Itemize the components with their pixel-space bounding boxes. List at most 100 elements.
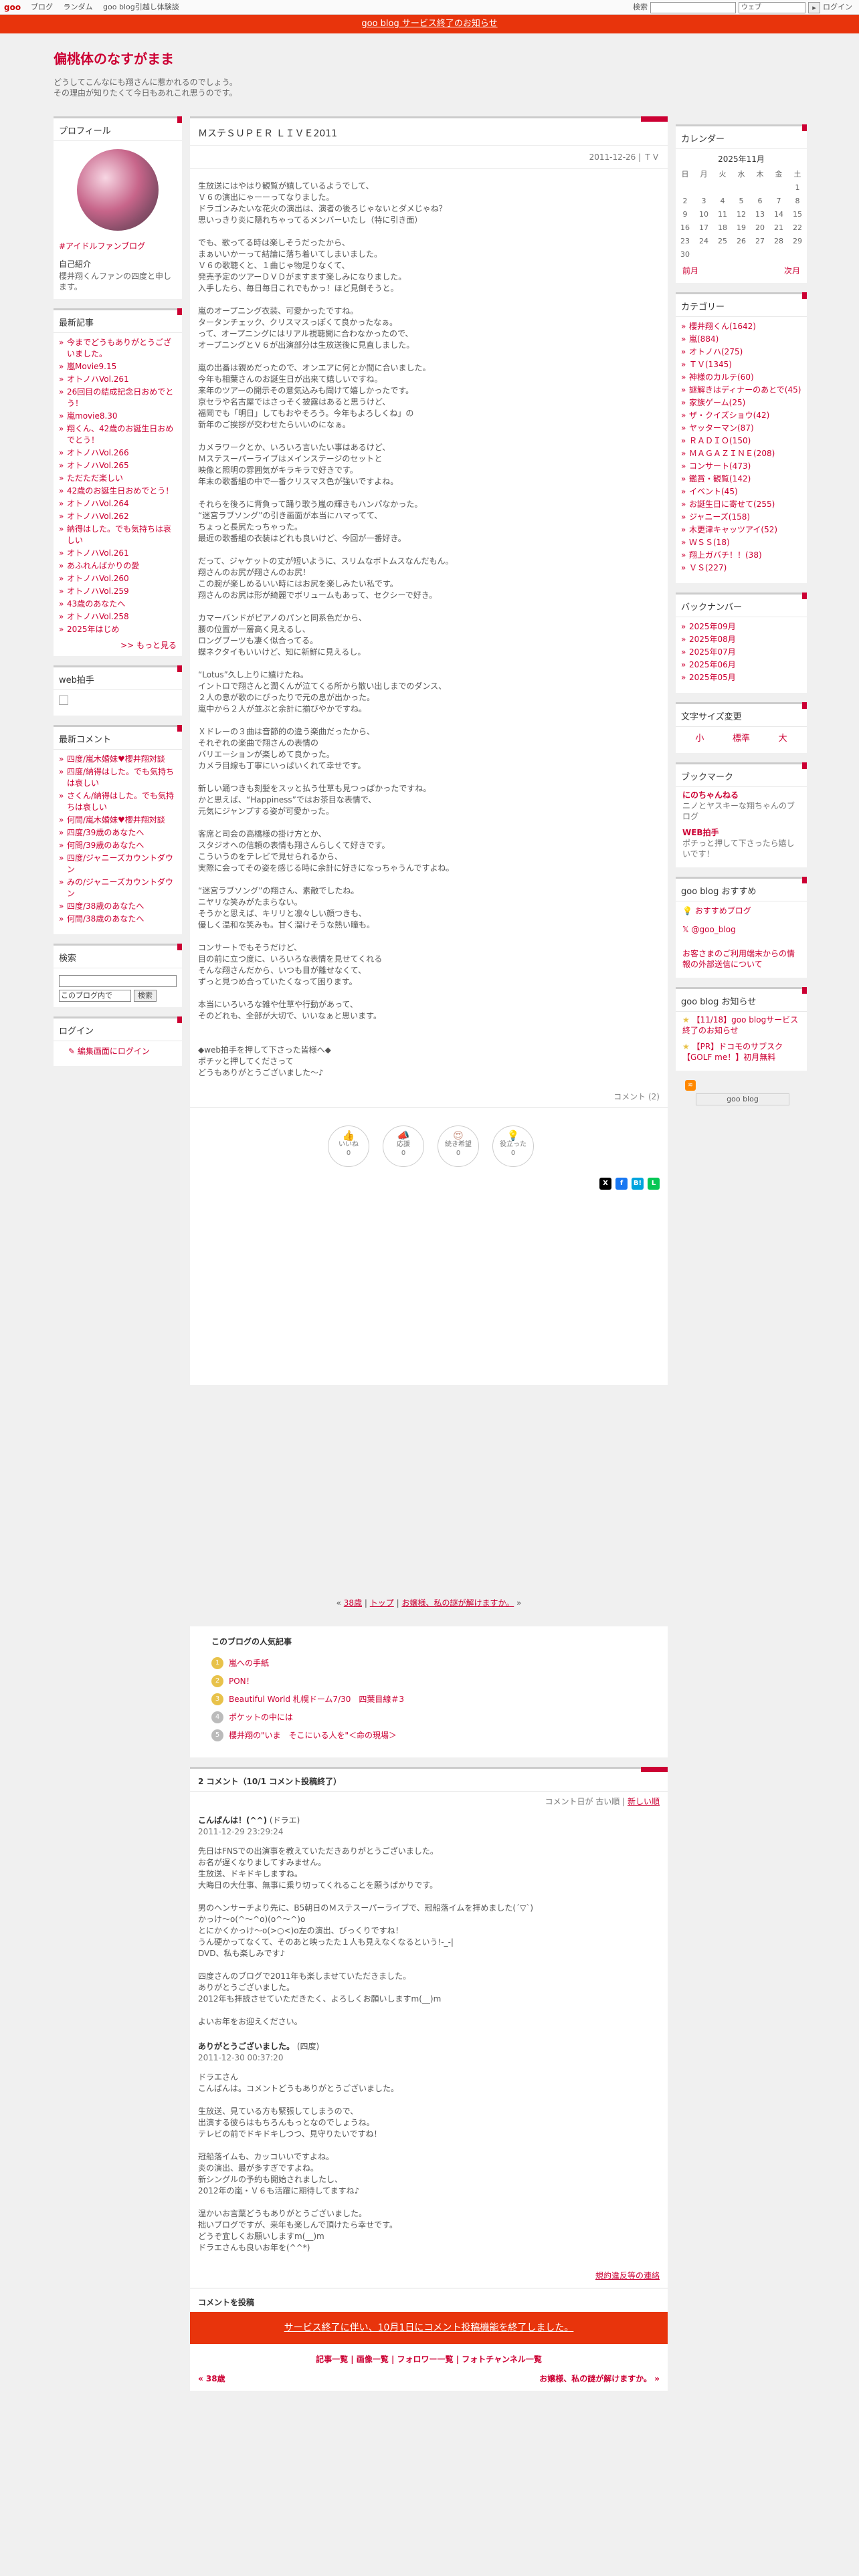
recent-item[interactable]: オトノハVol.262 — [59, 511, 177, 522]
category-item[interactable]: ジャニーズ(158) — [681, 512, 801, 523]
recent-item[interactable]: 43歳のあなたへ — [59, 599, 177, 610]
recent-item[interactable]: 26回目の結成記念日おめでとう！ — [59, 387, 177, 409]
comment-count-link[interactable]: コメント (2) — [190, 1091, 668, 1108]
category-item[interactable]: 謎解きはディナーのあとで(45) — [681, 385, 801, 396]
recent-more-link[interactable]: >> もっと見る — [54, 639, 182, 651]
latest-comment-item[interactable]: 四度/39歳のあなたへ — [59, 827, 177, 839]
reaction-useful[interactable]: 💡 役立った 0 — [492, 1125, 534, 1167]
sort-new[interactable]: 新しい順 — [628, 1797, 660, 1806]
report-link[interactable]: 規約違反等の連絡 — [190, 2263, 668, 2288]
sort-old[interactable]: 古い順 — [595, 1797, 619, 1806]
recommend-blog-link[interactable]: 💡 おすすめブログ — [676, 901, 807, 920]
x-share-icon[interactable]: X — [599, 1178, 611, 1190]
latest-comment-item[interactable]: 何問/嵐木婚妹♥櫻井翔対談 — [59, 815, 177, 826]
category-item[interactable]: 木更津キャッツアイ(52) — [681, 524, 801, 536]
next-entry-link[interactable]: お嬢様、私の謎が解けますか。 — [401, 1598, 514, 1608]
popular-item[interactable]: 1 嵐への手紙 — [211, 1654, 646, 1672]
category-item[interactable]: 嵐(884) — [681, 334, 801, 345]
latest-comment-item[interactable]: みの/ジャニーズカウントダウン — [59, 877, 177, 899]
web-clap-image[interactable] — [59, 695, 68, 705]
recent-item[interactable]: 翔くん、42歳のお誕生日おめでとう！ — [59, 423, 177, 446]
facebook-share-icon[interactable]: f — [615, 1178, 628, 1190]
profile-tag-link[interactable]: #アイドルファンブログ — [54, 240, 182, 251]
latest-comment-item[interactable]: 何問/38歳のあなたへ — [59, 914, 177, 925]
recent-item[interactable]: オトノハVol.264 — [59, 498, 177, 510]
recent-item[interactable]: 2025年はじめ — [59, 624, 177, 635]
login-link[interactable]: ログイン — [823, 0, 852, 15]
backnumber-item[interactable]: 2025年07月 — [681, 647, 801, 658]
category-item[interactable]: 鑑賞・観覧(142) — [681, 473, 801, 485]
category-item[interactable]: 翔上ガバチ！！(38) — [681, 550, 801, 561]
blog-title[interactable]: 偏桃体のなすがまま — [54, 48, 803, 68]
category-item[interactable]: ＶＳ(227) — [681, 562, 801, 574]
recent-item[interactable]: あふれんばかりの愛 — [59, 560, 177, 572]
footer-links[interactable]: 記事一覧 | 画像一覧 | フォロワー一覧 | フォトチャンネル一覧 — [190, 2351, 668, 2370]
edit-login-link[interactable]: ✎ 編集画面にログイン — [54, 1041, 182, 1061]
text-size-large[interactable]: 大 — [779, 731, 787, 744]
recent-item[interactable]: 嵐Movie9.15 — [59, 361, 177, 372]
top-link[interactable]: トップ — [370, 1598, 394, 1608]
prev-month-link[interactable]: 前月 — [682, 265, 698, 276]
link-random[interactable]: ランダム — [64, 3, 93, 11]
twitter-link[interactable]: 𝕏 @goo_blog — [676, 920, 807, 939]
backnumber-item[interactable]: 2025年08月 — [681, 634, 801, 645]
latest-comment-item[interactable]: さくん/納得はした。でも気持ちは哀しい — [59, 790, 177, 813]
latest-comment-item[interactable]: 四度/38歳のあなたへ — [59, 901, 177, 912]
text-size-small[interactable]: 小 — [695, 731, 704, 744]
goo-logo[interactable]: goo — [4, 0, 21, 15]
category-item[interactable]: 櫻井翔くん(1642) — [681, 321, 801, 332]
category-item[interactable]: ＲＡＤＩＯ(150) — [681, 435, 801, 447]
reaction-cheer[interactable]: 📣 応援 0 — [383, 1125, 424, 1167]
category-item[interactable]: イベント(45) — [681, 486, 801, 498]
goo-blog-badge[interactable]: goo blog — [696, 1093, 789, 1105]
recent-item[interactable]: 今までどうもありがとうございました。 — [59, 337, 177, 360]
backnumber-item[interactable]: 2025年06月 — [681, 659, 801, 671]
popular-item[interactable]: 4 ポケットの中には — [211, 1708, 646, 1726]
avatar[interactable] — [77, 149, 159, 231]
header-search-input[interactable] — [650, 1, 736, 13]
category-item[interactable]: ヤッターマン(87) — [681, 423, 801, 434]
line-share-icon[interactable]: L — [648, 1178, 660, 1190]
backnumber-item[interactable]: 2025年05月 — [681, 672, 801, 683]
hatena-share-icon[interactable]: B! — [632, 1178, 644, 1190]
category-item[interactable]: 家族ゲーム(25) — [681, 397, 801, 409]
category-item[interactable]: お誕生日に寄せて(255) — [681, 499, 801, 510]
popular-item[interactable]: 5 櫻井翔の"いま そこにいる人を"＜命の現場＞ — [211, 1726, 646, 1744]
service-end-link[interactable]: goo blog サービス終了のお知らせ — [361, 19, 497, 29]
category-item[interactable]: 神様のカルテ(60) — [681, 372, 801, 383]
category-item[interactable]: オトノハ(275) — [681, 346, 801, 358]
recent-item[interactable]: オトノハVol.260 — [59, 573, 177, 584]
link-migration[interactable]: goo blog引越し体験談 — [103, 3, 179, 11]
latest-comment-item[interactable]: 何問/39歳のあなたへ — [59, 840, 177, 851]
latest-comment-item[interactable]: 四度/納得はした。でも気持ちは哀しい — [59, 766, 177, 789]
news-item[interactable]: ★ 【11/18】goo blogサービス終了のお知らせ — [676, 1012, 807, 1039]
popular-item[interactable]: 2 PON！ — [211, 1672, 646, 1690]
bookmark-link[interactable]: にのちゃんねる — [682, 790, 800, 800]
entry-date[interactable]: 2011-12-26 | ＴＶ — [190, 145, 668, 169]
backnumber-item[interactable]: 2025年09月 — [681, 621, 801, 633]
category-item[interactable]: ザ・クイズショウ(42) — [681, 410, 801, 421]
category-item[interactable]: コンサート(473) — [681, 461, 801, 472]
recent-item[interactable]: ただただ楽しい — [59, 473, 177, 484]
recent-item[interactable]: 嵐movie8.30 — [59, 411, 177, 422]
text-size-medium[interactable]: 標準 — [733, 731, 750, 744]
entry-title[interactable]: ＭステＳＵＰＥＲ ＬＩＶＥ2011 — [190, 118, 668, 145]
popular-item[interactable]: 3 Beautiful World 札幌ドーム7/30 四葉目線＃3 — [211, 1690, 646, 1708]
link-blog[interactable]: ブログ — [31, 3, 53, 11]
reaction-more[interactable]: 😍 続き希望 0 — [438, 1125, 479, 1167]
recent-item[interactable]: オトノハVol.261 — [59, 374, 177, 385]
recent-item[interactable]: 納得はした。でも気持ちは哀しい — [59, 524, 177, 546]
news-item[interactable]: ★ 【PR】ドコモのサブスク【GOLF me！】初月無料 — [676, 1039, 807, 1065]
reaction-like[interactable]: 👍 いいね 0 — [328, 1125, 369, 1167]
service-end-banner[interactable]: goo blog サービス終了のお知らせ — [0, 15, 859, 33]
footer-next-link[interactable]: お嬢様、私の謎が解けますか。 » — [539, 2373, 660, 2384]
data-transmission-link[interactable]: お客さまのご利用端末からの情報の外部送信について — [676, 946, 807, 972]
category-item[interactable]: ＴＶ(1345) — [681, 359, 801, 370]
search-go-button[interactable]: ▸ — [808, 1, 820, 13]
recent-item[interactable]: 42歳のお誕生日おめでとう！ — [59, 486, 177, 497]
footer-prev-link[interactable]: « 38歳 — [198, 2373, 225, 2384]
blog-search-input[interactable] — [59, 975, 177, 987]
latest-comment-item[interactable]: 四度/ジャニーズカウントダウン — [59, 853, 177, 875]
prev-entry-link[interactable]: 38歳 — [344, 1598, 362, 1608]
bookmark-link[interactable]: WEB拍手 — [682, 827, 800, 838]
